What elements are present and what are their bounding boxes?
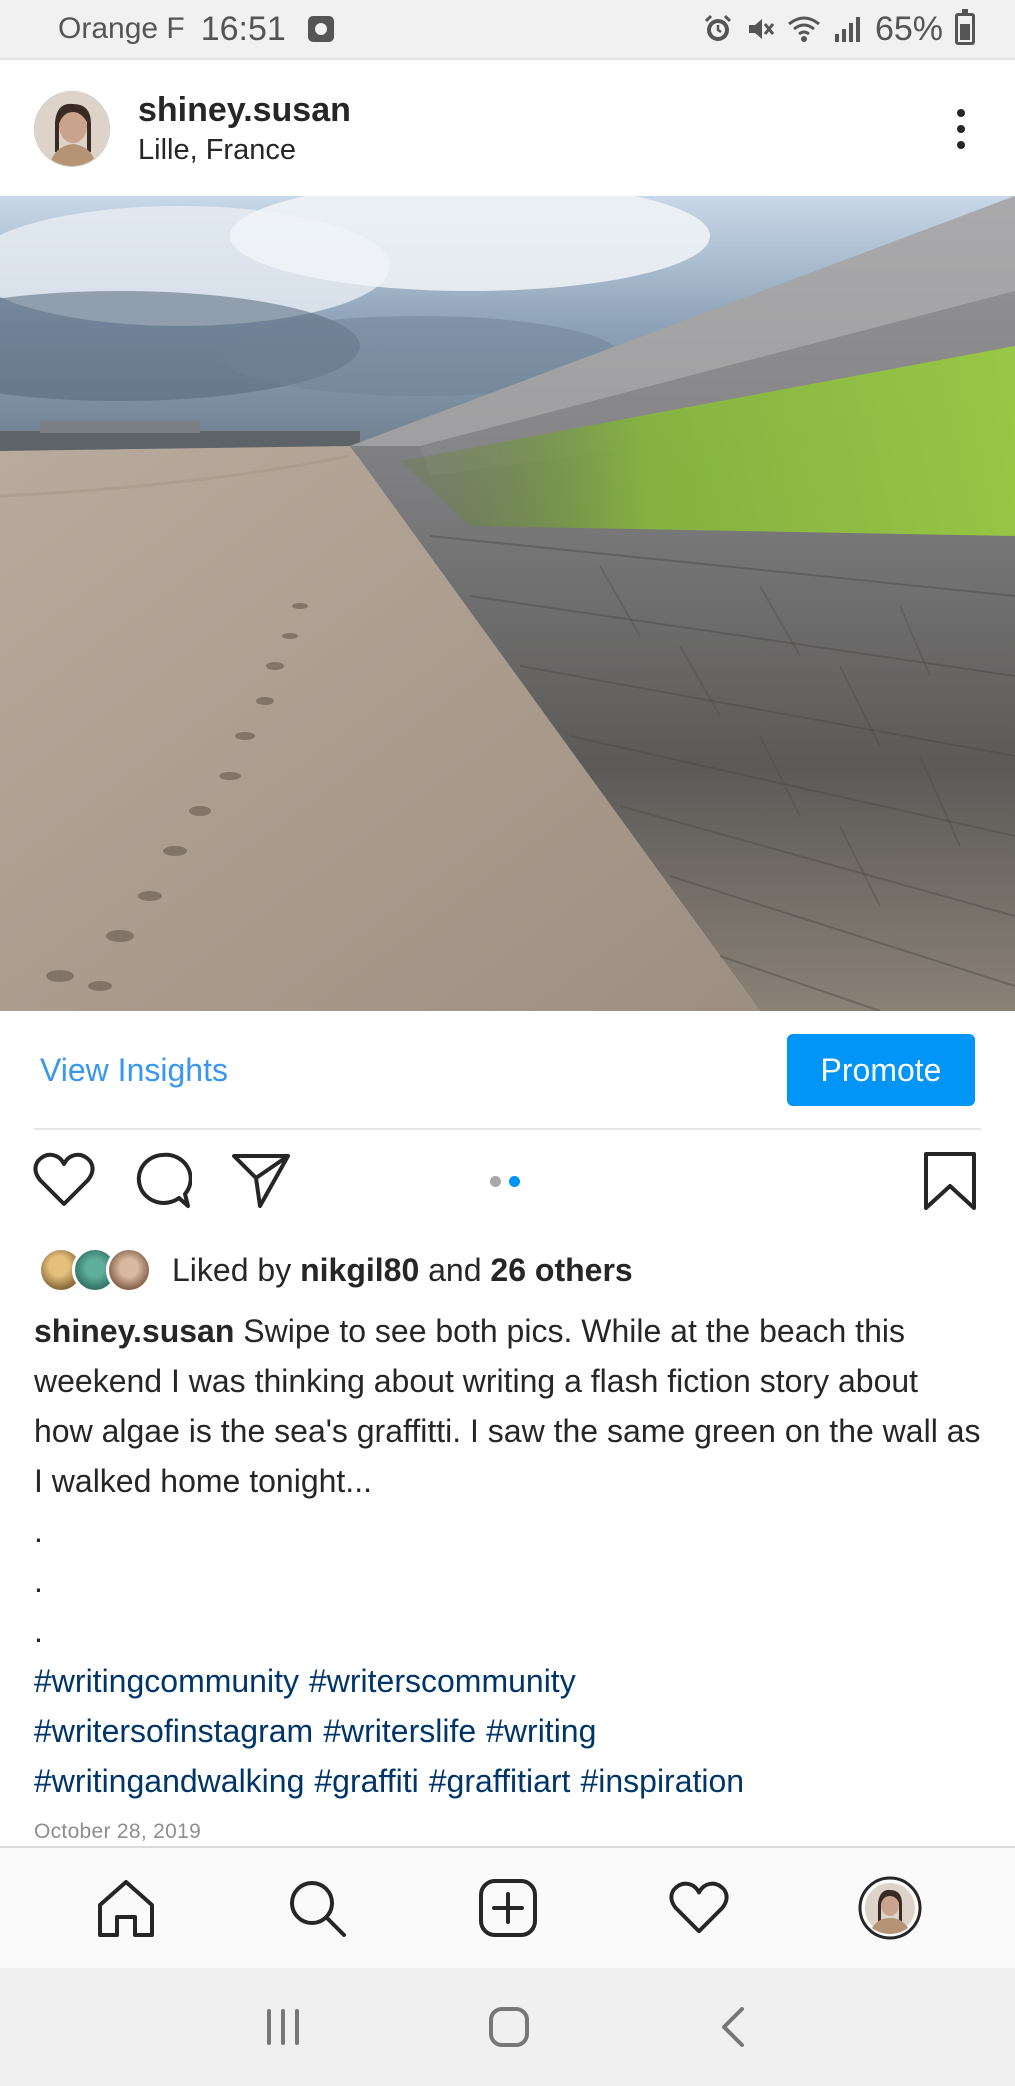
hashtag-link[interactable]: #writerscommunity	[309, 1663, 576, 1699]
profile-avatar	[858, 1876, 921, 1940]
battery-icon	[955, 9, 975, 45]
bottom-nav	[0, 1846, 1015, 1968]
carousel-dot	[490, 1176, 501, 1187]
save-bookmark-icon[interactable]	[922, 1150, 978, 1212]
hashtag-link[interactable]: #writing	[486, 1713, 596, 1749]
hashtag-link[interactable]: #graffiti	[314, 1763, 418, 1799]
status-time: 16:51	[200, 9, 286, 48]
post-caption: shiney.susan Swipe to see both pics. Whi…	[34, 1306, 984, 1506]
carousel-indicator	[490, 1176, 520, 1187]
divider	[34, 1128, 981, 1130]
post-location[interactable]: Lille, France	[138, 134, 351, 167]
caption-dot: .	[34, 1563, 43, 1599]
more-dot-icon	[957, 125, 965, 133]
alarm-icon	[704, 14, 731, 41]
hashtags: #writingcommunity #writerscommunity #writ…	[34, 1656, 984, 1806]
hashtag-link[interactable]: #graffitiart	[429, 1763, 571, 1799]
like-heart-icon[interactable]	[32, 1150, 96, 1210]
share-icon[interactable]	[230, 1150, 292, 1210]
caption-dot: .	[34, 1613, 43, 1649]
hashtag-link[interactable]: #inspiration	[580, 1763, 744, 1799]
insights-row: View Insights Promote	[0, 1011, 1015, 1129]
likes-conjunction: and	[428, 1251, 482, 1288]
caption-dot: .	[34, 1513, 43, 1549]
hashtag-link[interactable]: #writerslife	[323, 1713, 476, 1749]
post-date: October 28, 2019	[34, 1820, 202, 1843]
view-insights-link[interactable]: View Insights	[40, 1052, 228, 1089]
user-avatar[interactable]	[34, 91, 110, 167]
activity-heart-icon	[668, 1881, 729, 1934]
liker-avatars	[38, 1247, 152, 1293]
likes-prefix: Liked by	[172, 1251, 292, 1288]
hashtag-link[interactable]: #writingandwalking	[34, 1763, 304, 1799]
likes-row[interactable]: Liked by nikgil80 and 26 others	[38, 1246, 633, 1294]
liker-avatar	[106, 1247, 152, 1293]
promote-button[interactable]: Promote	[787, 1034, 975, 1106]
caption-username[interactable]: shiney.susan	[34, 1313, 234, 1349]
likes-others[interactable]: 26 others	[490, 1252, 632, 1288]
status-icons: 65%	[703, 9, 975, 49]
likes-text: Liked by nikgil80 and 26 others	[172, 1252, 633, 1289]
wifi-icon	[788, 16, 820, 42]
nav-new-post[interactable]	[468, 1868, 548, 1948]
first-liker[interactable]: nikgil80	[300, 1252, 419, 1288]
hashtag-link[interactable]: #writersofinstagram	[34, 1713, 313, 1749]
caption-dots: . . .	[34, 1506, 43, 1656]
nav-home[interactable]	[86, 1868, 166, 1948]
home-icon	[97, 1880, 154, 1937]
system-nav	[0, 1968, 1015, 2086]
search-icon	[289, 1881, 346, 1937]
nav-activity[interactable]	[659, 1868, 739, 1948]
battery-percent: 65%	[874, 9, 943, 48]
more-dot-icon	[957, 109, 965, 117]
add-post-icon	[478, 1879, 537, 1937]
nav-search[interactable]	[277, 1868, 357, 1948]
hashtag-link[interactable]: #writingcommunity	[34, 1663, 299, 1699]
status-bar: Orange F 16:51 65%	[0, 0, 1015, 60]
signal-icon	[834, 17, 860, 42]
more-options-button[interactable]	[941, 99, 981, 159]
nav-profile[interactable]	[850, 1868, 930, 1948]
recent-apps-icon[interactable]	[261, 2007, 305, 2047]
home-button-icon[interactable]	[487, 2005, 531, 2049]
back-icon[interactable]	[714, 2005, 754, 2049]
more-dot-icon	[957, 141, 965, 149]
comment-icon[interactable]	[132, 1150, 192, 1212]
post-meta: shiney.susan Lille, France	[138, 91, 351, 167]
mute-icon	[748, 19, 775, 39]
carousel-dot-active	[509, 1176, 520, 1187]
clock-app-icon	[307, 16, 334, 42]
carrier-label: Orange F	[58, 12, 185, 45]
post-username[interactable]: shiney.susan	[138, 91, 351, 130]
post-photo[interactable]	[0, 196, 1015, 1011]
post-header: shiney.susan Lille, France	[0, 62, 1015, 196]
